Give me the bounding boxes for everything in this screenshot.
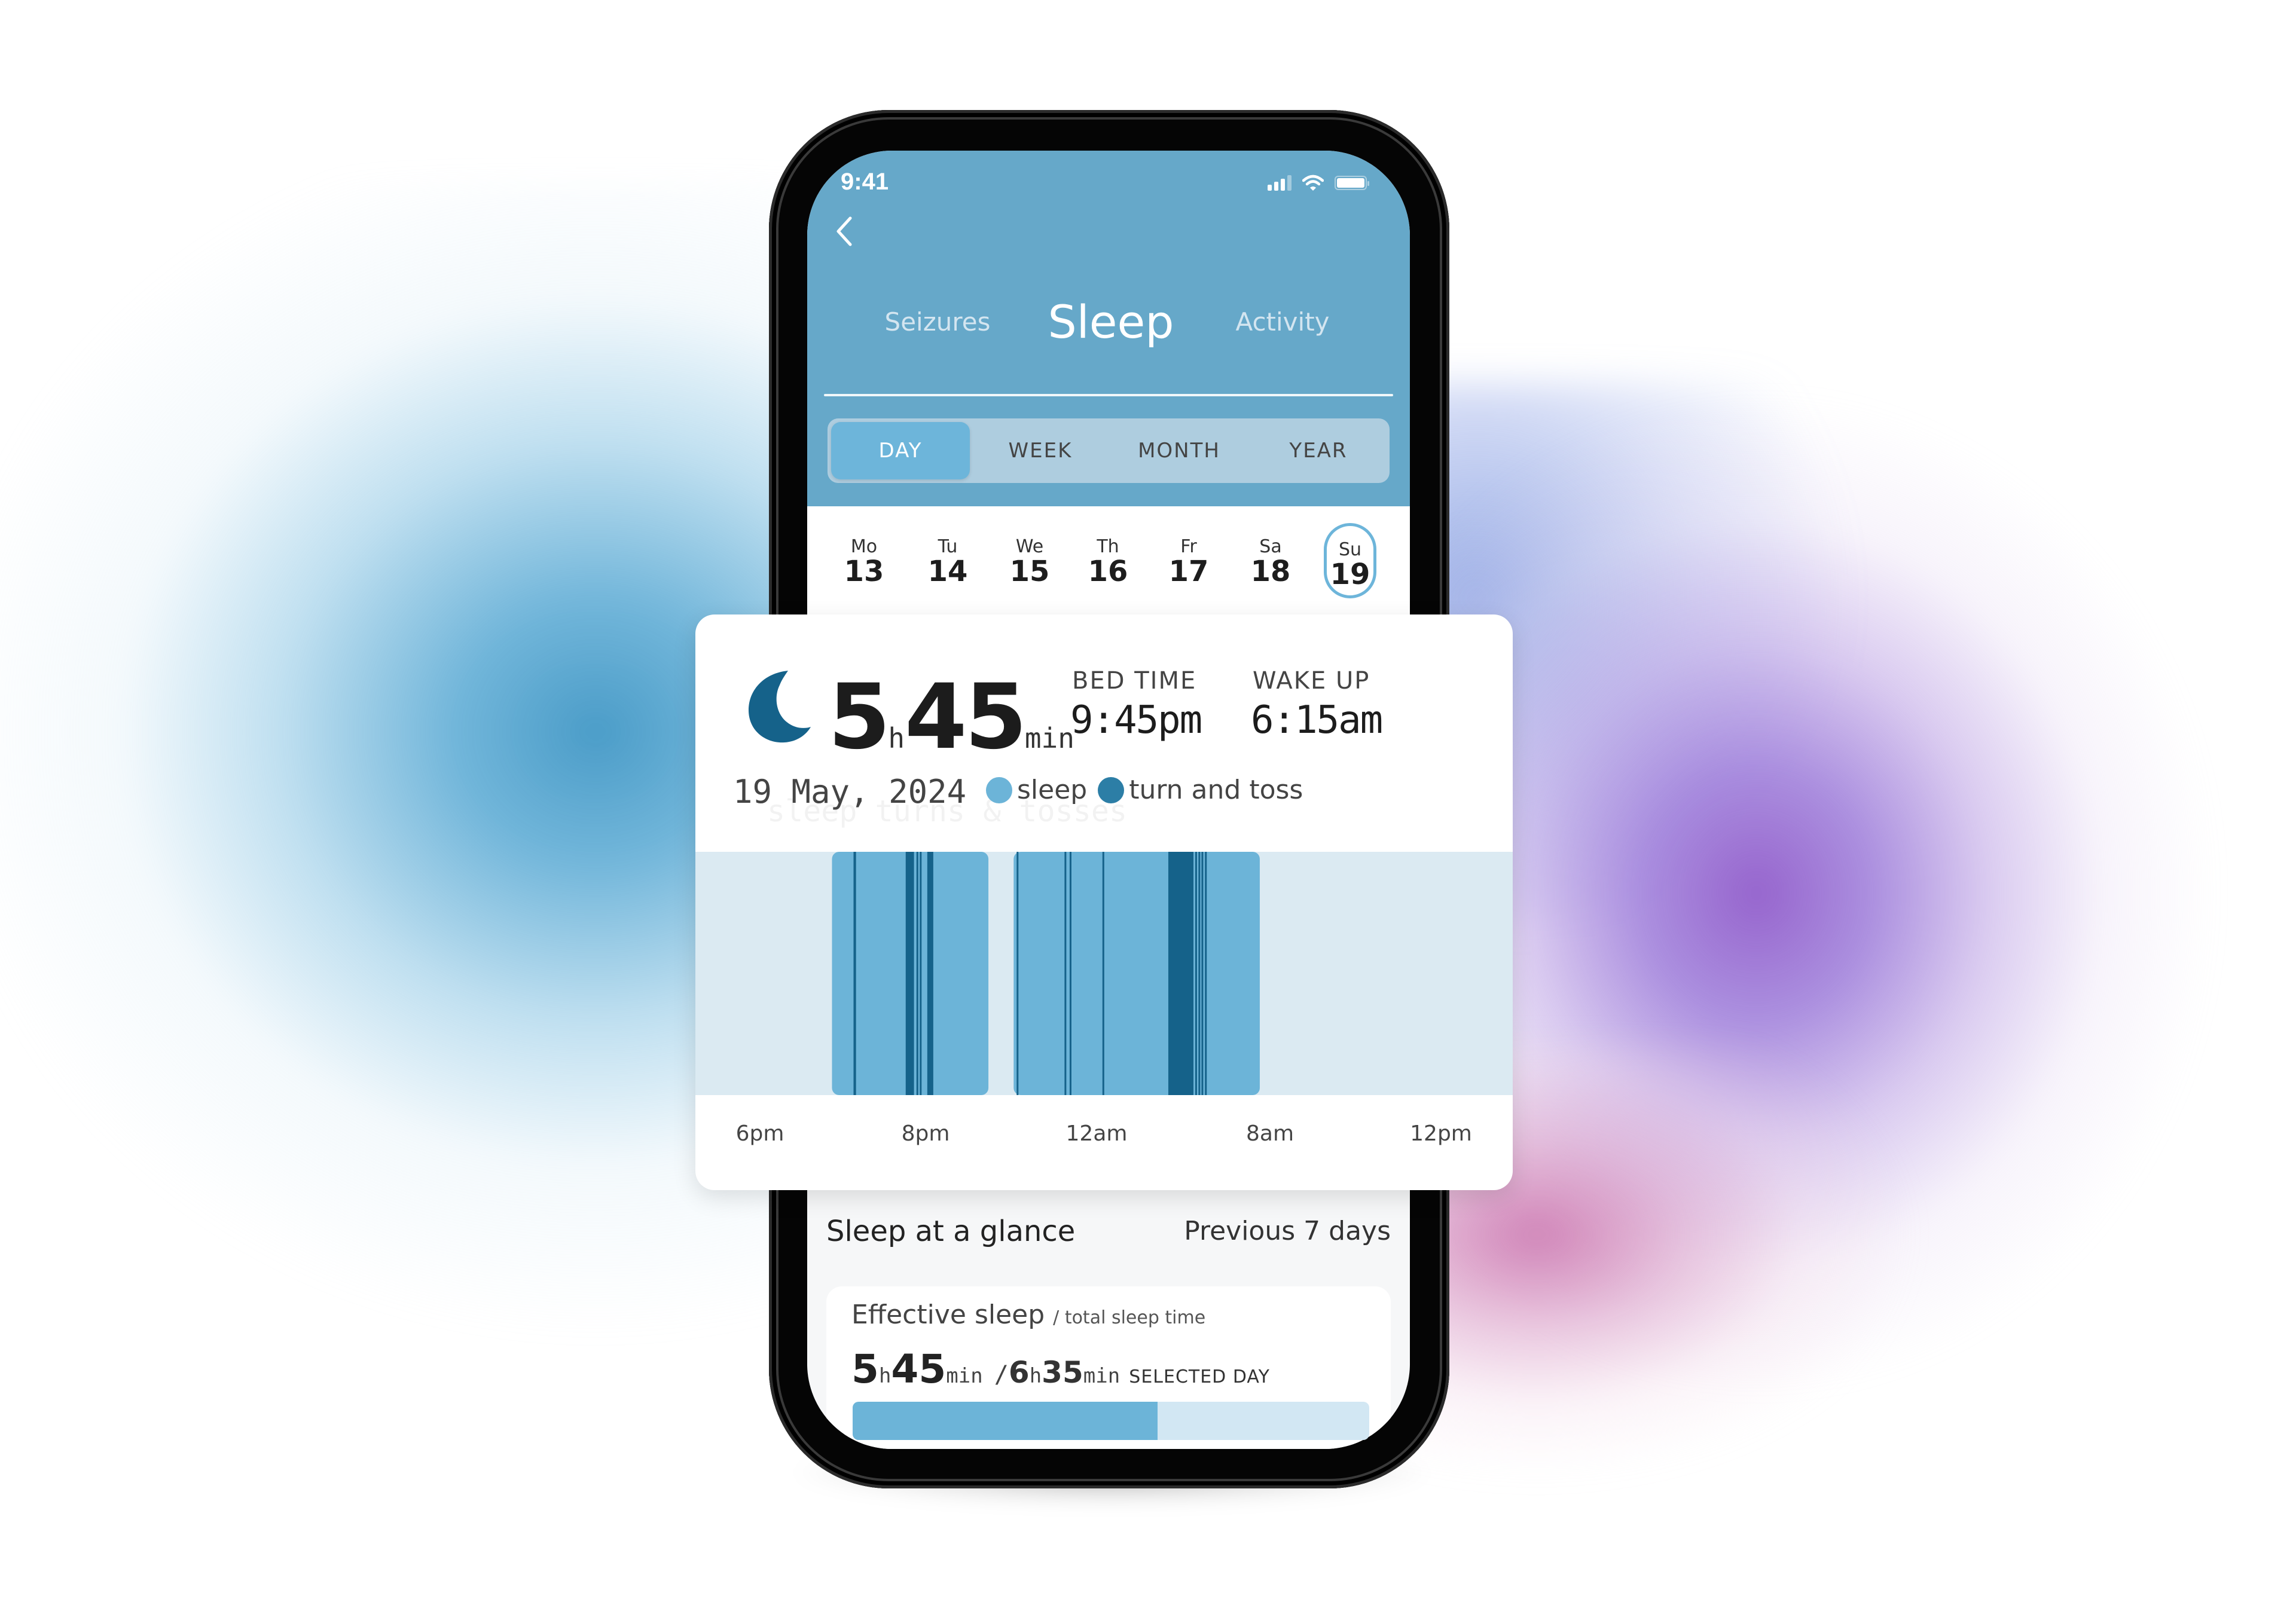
turn-toss-segment xyxy=(853,852,856,1095)
legend-dot-turn-toss xyxy=(1098,776,1125,803)
chevron-left-icon xyxy=(836,216,852,246)
tab-activity[interactable]: Activity xyxy=(1235,307,1329,337)
day-number: 17 xyxy=(1168,555,1209,588)
turn-toss-segment xyxy=(1205,852,1207,1095)
x-tick-label: 8pm xyxy=(901,1121,950,1146)
day-name: Mo xyxy=(850,536,878,557)
tab-seizures[interactable]: Seizures xyxy=(885,307,991,337)
duration-hours-unit: h xyxy=(888,722,905,754)
cellular-signal-icon xyxy=(1268,175,1292,191)
duration-hours: 5 xyxy=(828,665,890,769)
effective-sleep-progress-fill xyxy=(853,1402,1158,1440)
status-icons xyxy=(1268,175,1369,191)
duration-minutes: 45 xyxy=(905,665,1027,769)
turn-toss-segment xyxy=(1201,852,1204,1095)
period-day-button[interactable]: DAY xyxy=(831,422,970,479)
day-name: Su xyxy=(1338,539,1362,560)
legend-dot-sleep xyxy=(986,776,1012,803)
total-minutes-unit: min xyxy=(1083,1364,1120,1388)
legend-label-turn-toss: turn and toss xyxy=(1129,775,1303,805)
turn-toss-segment xyxy=(1168,852,1194,1095)
glance-title: Sleep at a glance xyxy=(826,1215,1076,1248)
status-time: 9:41 xyxy=(841,169,889,195)
tab-divider xyxy=(824,394,1393,396)
day-name: We xyxy=(1015,536,1044,557)
day-fr[interactable]: Fr 17 xyxy=(1162,523,1215,598)
battery-icon xyxy=(1335,176,1369,190)
sleep-date: 19 May, 2024 xyxy=(733,773,967,811)
effective-minutes: 45 xyxy=(891,1346,947,1392)
period-month-button[interactable]: MONTH xyxy=(1110,422,1248,479)
day-name: Th xyxy=(1097,536,1119,557)
turn-toss-segment xyxy=(920,852,922,1095)
period-year-button[interactable]: YEAR xyxy=(1249,422,1388,479)
total-hours: 6 xyxy=(1008,1355,1030,1390)
section-tabs: Seizures Sleep Activity xyxy=(807,295,1410,355)
effective-hours: 5 xyxy=(851,1346,879,1392)
turn-toss-segment xyxy=(1198,852,1201,1095)
wake-up-value: 6:15am xyxy=(1251,698,1383,742)
x-tick-label: 8am xyxy=(1245,1121,1294,1146)
day-number: 16 xyxy=(1088,555,1128,588)
legend-item-turn-toss: turn and toss xyxy=(1098,775,1303,805)
values-separator: / xyxy=(994,1361,1009,1389)
day-number: 14 xyxy=(927,555,968,588)
day-name: Fr xyxy=(1180,536,1197,557)
legend-label-sleep: sleep xyxy=(1017,775,1088,805)
day-th[interactable]: Th 16 xyxy=(1082,523,1134,598)
back-button[interactable] xyxy=(831,213,857,249)
effective-sleep-subtitle: / total sleep time xyxy=(1053,1307,1206,1328)
turn-toss-segment xyxy=(1102,852,1104,1095)
total-hours-unit: h xyxy=(1029,1364,1042,1388)
bed-time-label: BED TIME xyxy=(1072,667,1197,695)
day-number: 19 xyxy=(1330,558,1370,591)
app-header: 9:41 Seizures Sleep Activity DAY WEEK MO… xyxy=(807,151,1410,506)
wake-up-label: WAKE UP xyxy=(1253,667,1370,695)
glance-range-button[interactable]: Previous 7 days xyxy=(1184,1216,1391,1246)
effective-sleep-label: Effective sleep xyxy=(851,1300,1045,1330)
day-we[interactable]: We 15 xyxy=(1003,523,1056,598)
wifi-icon xyxy=(1302,175,1324,191)
turn-toss-segment xyxy=(1016,852,1019,1095)
day-number: 13 xyxy=(844,555,884,588)
day-mo[interactable]: Mo 13 xyxy=(838,523,890,598)
total-minutes: 35 xyxy=(1042,1355,1083,1390)
effective-minutes-unit: min xyxy=(946,1364,983,1388)
bed-time-value: 9:45pm xyxy=(1070,698,1202,742)
effective-hours-unit: h xyxy=(878,1364,891,1388)
day-tu[interactable]: Tu 14 xyxy=(921,523,974,598)
turn-toss-segment xyxy=(1064,852,1067,1095)
x-tick-label: 6pm xyxy=(735,1121,784,1146)
sleep-segment xyxy=(1013,852,1260,1095)
x-tick-label: 12am xyxy=(1065,1121,1128,1146)
turn-toss-segment xyxy=(905,852,914,1095)
turn-toss-segment xyxy=(927,852,933,1095)
legend-item-sleep: sleep xyxy=(986,775,1087,805)
day-number: 15 xyxy=(1009,555,1050,588)
sleep-timeline-chart xyxy=(832,852,1260,1095)
day-sa[interactable]: Sa 18 xyxy=(1244,523,1297,598)
chart-legend: sleep turn and toss xyxy=(986,775,1309,805)
day-name: Tu xyxy=(938,536,958,557)
duration-minutes-unit: min xyxy=(1024,722,1074,754)
day-name: Sa xyxy=(1259,536,1282,557)
turn-toss-segment xyxy=(916,852,918,1095)
turn-toss-segment xyxy=(1195,852,1197,1095)
sleep-duration: 5h45min xyxy=(828,665,1074,769)
day-su-selected[interactable]: Su 19 xyxy=(1324,523,1376,598)
effective-sleep-progress xyxy=(853,1402,1369,1440)
turn-toss-segment xyxy=(1069,852,1071,1095)
selected-day-tag: SELECTED DAY xyxy=(1129,1366,1270,1387)
period-selector: DAY WEEK MONTH YEAR xyxy=(828,418,1390,483)
effective-sleep-values: 5h45min /6h35min SELECTED DAY xyxy=(851,1346,1270,1392)
effective-sleep-title: Effective sleep / total sleep time xyxy=(851,1300,1205,1330)
moon-icon xyxy=(749,671,811,743)
x-tick-label: 12pm xyxy=(1410,1121,1472,1146)
sleep-summary-card: sleep turns & tosses 5h45min BED TIME 9:… xyxy=(695,614,1513,1190)
period-week-button[interactable]: WEEK xyxy=(971,422,1110,479)
day-number: 18 xyxy=(1250,555,1291,588)
tab-sleep[interactable]: Sleep xyxy=(1048,295,1174,348)
